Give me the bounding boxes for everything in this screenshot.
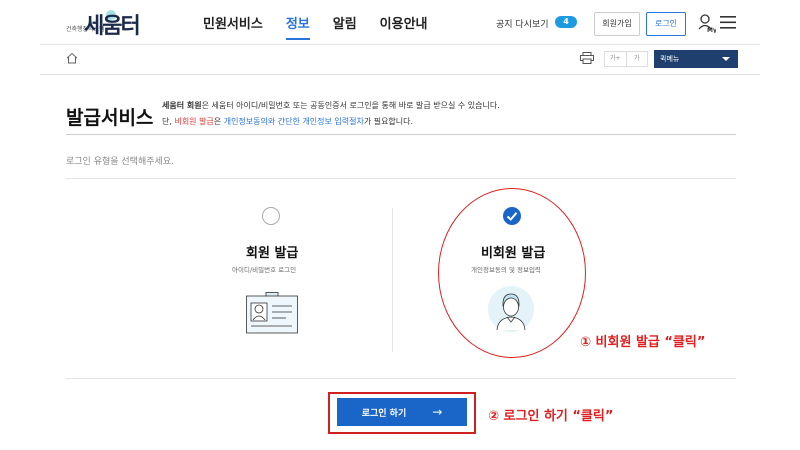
- step1-annotation: ① 비회원 발급 “클릭”: [580, 335, 706, 350]
- id-card-icon: [246, 292, 298, 334]
- top-header: 건축행정시스템 세움터 민원서비스 정보 알림 이용안내 공지 다시보기 4 회…: [0, 0, 800, 44]
- login-header-button[interactable]: 로그인: [646, 12, 686, 36]
- logo[interactable]: 건축행정시스템 세움터: [66, 8, 166, 39]
- desc2-nonmember: 비회원 발급: [174, 117, 214, 126]
- my-page-icon[interactable]: My: [698, 13, 716, 33]
- arrow-right-icon: →: [432, 405, 443, 419]
- menu-icon[interactable]: [720, 16, 736, 29]
- print-icon[interactable]: [580, 52, 594, 64]
- notice-replay-link[interactable]: 공지 다시보기: [496, 17, 549, 30]
- my-label: My: [707, 27, 716, 33]
- nav-item-notice[interactable]: 알림: [333, 13, 357, 41]
- member-radio[interactable]: [262, 207, 280, 225]
- nonmember-highlight-ellipse: [438, 188, 586, 358]
- join-button[interactable]: 회원가입: [594, 12, 640, 36]
- quick-menu-select[interactable]: 퀵메뉴: [654, 50, 738, 68]
- notice-count-badge: 4: [555, 16, 577, 28]
- guide-divider: [66, 178, 736, 179]
- desc2-consent: 개인정보동의와 간단한 개인정보 입력절차: [223, 117, 364, 126]
- description-line-1: 세움터 회원은 세움터 아이디/비밀번호 또는 공동인증서 로그인을 통해 바로…: [162, 100, 500, 111]
- desc2-suffix: 가 필요합니다.: [363, 117, 414, 126]
- nav-item-guide[interactable]: 이용안내: [380, 13, 428, 41]
- login-submit-button[interactable]: 로그인 하기 →: [337, 398, 467, 426]
- member-option-subtitle: 아이디/비밀번호 로그인: [232, 266, 297, 274]
- main-nav: 민원서비스 정보 알림 이용안내: [203, 13, 451, 41]
- title-divider: [66, 134, 736, 135]
- option-divider: [392, 208, 393, 352]
- logo-title: 세움터: [84, 14, 141, 39]
- login-button-label: 로그인 하기: [361, 408, 407, 419]
- home-icon[interactable]: [66, 52, 78, 64]
- page-title: 발급서비스: [66, 107, 154, 129]
- breadcrumb-bar: [40, 45, 760, 75]
- font-size-control: 가+ 가: [604, 51, 648, 67]
- bottom-divider: [66, 378, 736, 379]
- desc-member-bold: 세움터 회원: [162, 101, 202, 110]
- member-option-title[interactable]: 회원 발급: [246, 242, 298, 261]
- step2-annotation: ② 로그인 하기 “클릭”: [488, 409, 614, 424]
- nav-item-info[interactable]: 정보: [285, 13, 310, 41]
- login-type-guide: 로그인 유형을 선택해주세요.: [66, 157, 174, 167]
- description-line-2: 단, 비회원 발급은 개인정보동의와 간단한 개인정보 입력절차가 필요합니다.: [162, 116, 413, 127]
- desc2-mid: 은: [213, 117, 224, 126]
- desc1-rest: 은 세움터 아이디/비밀번호 또는 공동인증서 로그인을 통해 바로 발급 받으…: [201, 101, 500, 110]
- font-decrease-button[interactable]: 가: [627, 52, 648, 66]
- desc2-prefix: 단,: [162, 117, 175, 126]
- font-increase-button[interactable]: 가+: [605, 52, 627, 66]
- nav-item-civil-service[interactable]: 민원서비스: [203, 13, 263, 41]
